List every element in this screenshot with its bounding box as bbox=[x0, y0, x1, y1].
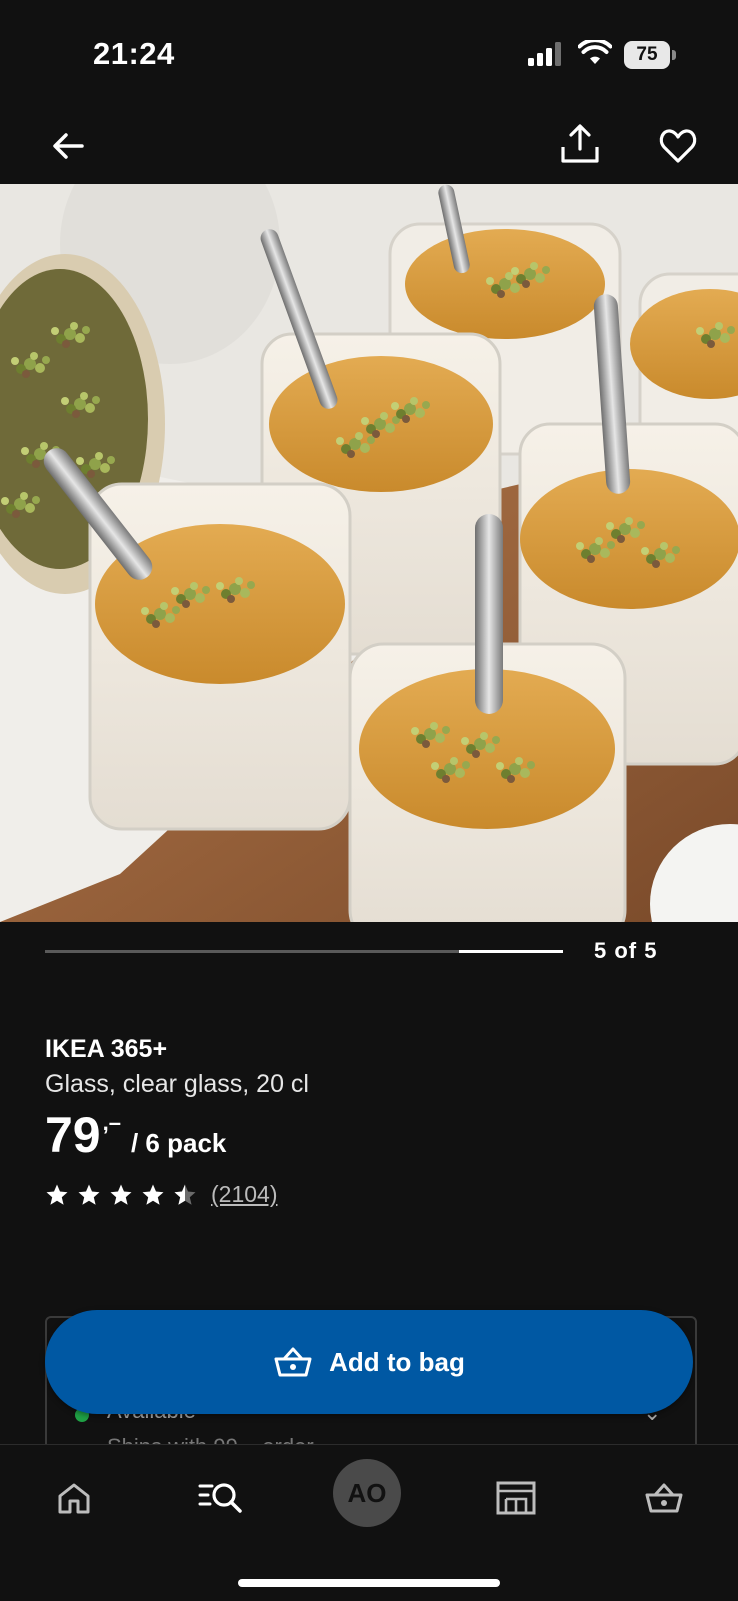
price: 79 ,– / 6 pack bbox=[45, 1110, 226, 1160]
home-indicator[interactable] bbox=[238, 1579, 500, 1587]
wifi-icon bbox=[578, 40, 612, 64]
search-icon bbox=[198, 1483, 242, 1513]
avatar-initials: AO bbox=[347, 1477, 387, 1508]
rating-stars bbox=[45, 1183, 197, 1207]
product-image[interactable] bbox=[0, 184, 738, 922]
status-bar: 21:24 75 bbox=[0, 0, 738, 110]
bottom-navigation: AO bbox=[0, 1444, 738, 1601]
profile-avatar[interactable]: AO bbox=[333, 1459, 401, 1527]
battery-indicator: 75 bbox=[624, 41, 670, 69]
half-star-icon bbox=[174, 1184, 196, 1205]
nav-home[interactable] bbox=[39, 1463, 109, 1533]
product-name[interactable]: IKEA 365+ bbox=[45, 1035, 167, 1064]
share-icon bbox=[561, 124, 599, 163]
battery-tip bbox=[672, 50, 676, 60]
heart-icon bbox=[659, 129, 697, 163]
star-icon bbox=[78, 1184, 100, 1205]
nav-search[interactable] bbox=[186, 1463, 256, 1533]
top-navigation bbox=[0, 110, 738, 184]
nav-store[interactable] bbox=[481, 1463, 551, 1533]
nav-bag[interactable] bbox=[629, 1463, 699, 1533]
product-description: Glass, clear glass, 20 cl bbox=[45, 1070, 309, 1098]
price-unit: / 6 pack bbox=[130, 1128, 227, 1158]
product-photo bbox=[0, 184, 738, 922]
bag-icon bbox=[645, 1483, 683, 1513]
gallery-progress-bar bbox=[45, 950, 563, 953]
cellular-signal-icon bbox=[528, 42, 561, 66]
home-icon bbox=[58, 1483, 90, 1514]
price-integer: 79 bbox=[45, 1107, 101, 1163]
star-icon bbox=[142, 1184, 164, 1205]
star-icon bbox=[110, 1184, 132, 1205]
review-count-link[interactable]: (2104) bbox=[211, 1181, 277, 1208]
star-icon bbox=[46, 1184, 68, 1205]
add-to-bag-button[interactable]: Add to bag bbox=[45, 1310, 693, 1414]
status-time: 21:24 bbox=[93, 36, 175, 71]
price-decimal: ,– bbox=[102, 1110, 121, 1135]
gallery-progress-fill bbox=[459, 950, 563, 953]
gallery-counter: 5 of 5 bbox=[594, 938, 658, 963]
add-to-bag-label: Add to bag bbox=[329, 1346, 465, 1377]
store-icon bbox=[496, 1481, 536, 1515]
arrow-left-icon bbox=[53, 133, 84, 159]
basket-icon bbox=[274, 1347, 312, 1377]
back-button[interactable] bbox=[40, 118, 96, 174]
rating[interactable]: (2104) bbox=[45, 1181, 277, 1208]
share-button[interactable] bbox=[552, 116, 608, 172]
favourite-button[interactable] bbox=[650, 118, 706, 174]
